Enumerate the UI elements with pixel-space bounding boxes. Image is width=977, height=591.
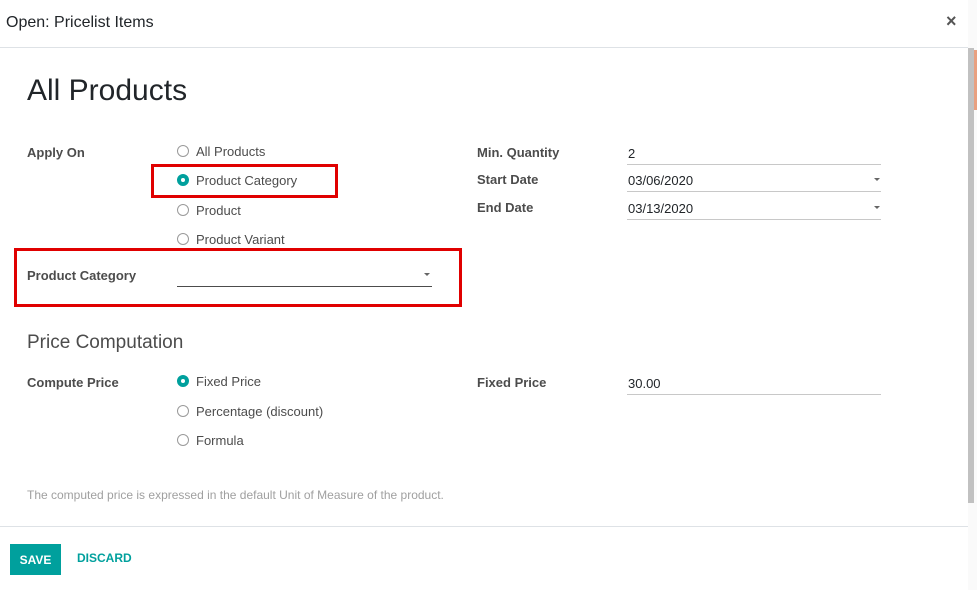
dialog-title: Open: Pricelist Items xyxy=(6,14,154,31)
radio-fixed-price[interactable]: Fixed Price xyxy=(177,372,261,390)
radio-label: Percentage (discount) xyxy=(196,403,324,419)
radio-unchecked-icon xyxy=(177,145,189,157)
radio-unchecked-icon xyxy=(177,204,189,216)
scrollbar[interactable] xyxy=(968,48,974,503)
radio-checked-icon xyxy=(177,375,189,387)
start-date-label: Start Date xyxy=(477,172,539,187)
form-title: All Products xyxy=(27,74,188,107)
chevron-down-icon xyxy=(874,206,880,209)
radio-apply-all-products[interactable]: All Products xyxy=(177,142,265,160)
fixed-price-value: 30.00 xyxy=(628,376,661,391)
min-quantity-label: Min. Quantity xyxy=(477,145,560,160)
end-date-value: 03/13/2020 xyxy=(628,201,694,216)
min-quantity-input[interactable]: 2 xyxy=(627,142,881,165)
highlight-box-category-option xyxy=(151,164,338,198)
end-date-label: End Date xyxy=(477,200,534,215)
price-computation-title: Price Computation xyxy=(27,332,184,353)
min-quantity-value: 2 xyxy=(628,146,636,161)
close-icon[interactable]: × xyxy=(946,12,957,30)
radio-unchecked-icon xyxy=(177,434,189,446)
highlight-box-category-field xyxy=(14,248,462,307)
radio-label: Product xyxy=(196,202,241,218)
radio-apply-product-variant[interactable]: Product Variant xyxy=(177,230,285,248)
radio-label: All Products xyxy=(196,143,266,159)
radio-percentage-discount[interactable]: Percentage (discount) xyxy=(177,402,323,420)
radio-unchecked-icon xyxy=(177,233,189,245)
radio-label: Fixed Price xyxy=(196,373,262,389)
dialog-header: Open: Pricelist Items × xyxy=(0,0,968,48)
radio-label: Formula xyxy=(196,432,244,448)
help-text: The computed price is expressed in the d… xyxy=(27,488,444,502)
radio-unchecked-icon xyxy=(177,405,189,417)
end-date-input[interactable]: 03/13/2020 xyxy=(627,197,881,220)
compute-price-label: Compute Price xyxy=(27,375,119,390)
dialog-footer: SAVE DISCARD xyxy=(0,526,968,591)
fixed-price-label: Fixed Price xyxy=(477,375,547,390)
radio-formula[interactable]: Formula xyxy=(177,431,244,449)
start-date-value: 03/06/2020 xyxy=(628,173,694,188)
radio-label: Product Variant xyxy=(196,231,285,247)
save-button[interactable]: SAVE xyxy=(10,544,61,575)
fixed-price-input[interactable]: 30.00 xyxy=(627,372,881,395)
radio-apply-product[interactable]: Product xyxy=(177,201,241,219)
discard-button[interactable]: DISCARD xyxy=(77,551,132,565)
apply-on-label: Apply On xyxy=(27,145,85,160)
chevron-down-icon xyxy=(874,178,880,181)
start-date-input[interactable]: 03/06/2020 xyxy=(627,169,881,192)
